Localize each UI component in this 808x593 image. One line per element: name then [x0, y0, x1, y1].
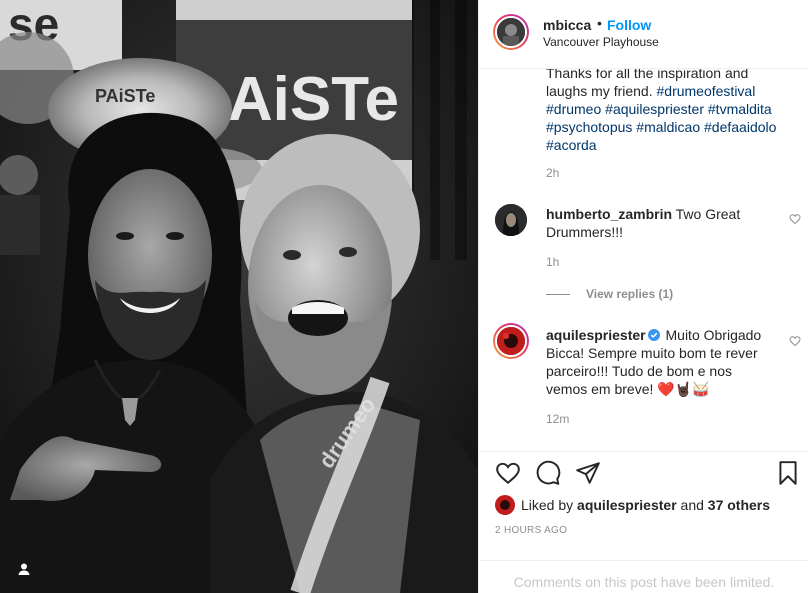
- user-tag-button[interactable]: [10, 555, 38, 583]
- commenter-username[interactable]: aquilespriester: [546, 327, 646, 343]
- comment-emoji: ❤️🤘🏿🥁: [657, 381, 710, 397]
- view-replies-label: View replies (1): [586, 287, 674, 301]
- cymbal-logo-text: PAiSTe: [95, 86, 155, 106]
- hashtag-link[interactable]: #maldicao: [636, 119, 700, 135]
- comments-list[interactable]: Thanks for all the inspiration and laugh…: [479, 69, 808, 451]
- comment-body: aquilespriester Muito Obrigado Bicca! Se…: [546, 326, 776, 398]
- separator-dot: •: [597, 15, 602, 31]
- comment-icon[interactable]: [535, 460, 561, 486]
- verified-badge-icon: [647, 329, 660, 341]
- hashtag-link[interactable]: #aquilespriester: [605, 101, 704, 117]
- follow-button[interactable]: Follow: [607, 17, 651, 33]
- caption-text: Thanks for all the inspiration and laugh…: [546, 69, 782, 154]
- hashtag-link[interactable]: #acorda: [546, 137, 597, 153]
- replies-line: [546, 294, 570, 296]
- comments-limited-notice: Comments on this post have been limited.: [479, 560, 808, 593]
- hashtag-link[interactable]: #tvmaldita: [708, 101, 772, 117]
- caption-timestamp[interactable]: 2h: [546, 166, 559, 180]
- heart-icon[interactable]: [495, 460, 521, 486]
- author-username[interactable]: mbicca: [543, 17, 591, 33]
- author-avatar[interactable]: [493, 14, 529, 50]
- location-link[interactable]: Vancouver Playhouse: [543, 35, 659, 49]
- hashtag-link[interactable]: #psychotopus: [546, 119, 632, 135]
- comment-body: humberto_zambrin Two Great Drummers!!!: [546, 205, 776, 241]
- others-likes-link[interactable]: 37 others: [708, 497, 770, 513]
- comment-like-heart-icon[interactable]: [789, 213, 801, 225]
- hashtag-link[interactable]: #drumeofestival: [657, 83, 756, 99]
- post-side-panel: mbicca • Follow Vancouver Playhouse Than…: [478, 0, 808, 593]
- share-icon[interactable]: [575, 460, 601, 486]
- comment-timestamp[interactable]: 1h: [546, 255, 559, 269]
- hashtag-link[interactable]: #drumeo: [546, 101, 601, 117]
- liker-username[interactable]: aquilespriester: [577, 497, 677, 513]
- liked-by-and: and: [680, 497, 704, 513]
- post-photo[interactable]: se pAiSTe PAiSTe drumeo: [0, 0, 478, 593]
- liked-by-prefix: Liked by: [521, 497, 574, 513]
- post-actions: Liked by aquilespriester and 37 others 2…: [479, 451, 808, 593]
- bookmark-icon[interactable]: [775, 460, 801, 486]
- liker-avatar[interactable]: [495, 495, 515, 515]
- commenter-avatar[interactable]: [495, 204, 527, 236]
- comment-like-heart-icon[interactable]: [789, 335, 801, 347]
- post-header: mbicca • Follow Vancouver Playhouse: [479, 0, 808, 69]
- view-replies-button[interactable]: View replies (1): [546, 287, 673, 301]
- liked-by-row: Liked by aquilespriester and 37 others: [495, 495, 770, 515]
- comment-timestamp[interactable]: 12m: [546, 412, 569, 426]
- commenter-username[interactable]: humberto_zambrin: [546, 206, 672, 222]
- user-icon: [18, 563, 30, 575]
- commenter-avatar[interactable]: [493, 323, 529, 359]
- post-timestamp[interactable]: 2 HOURS AGO: [495, 525, 567, 536]
- hashtag-link[interactable]: #defaaidolo: [704, 119, 776, 135]
